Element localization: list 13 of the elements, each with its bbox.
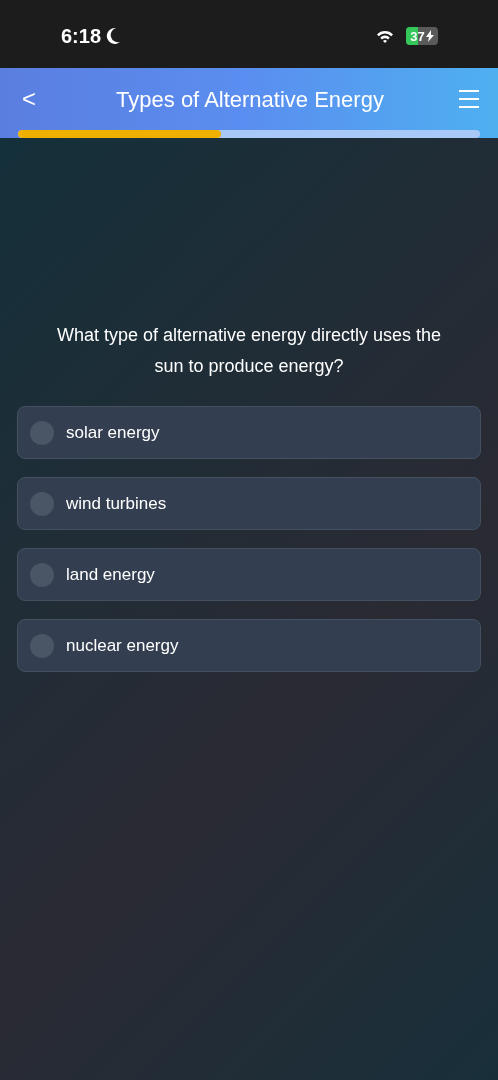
answer-option[interactable]: land energy xyxy=(17,548,481,601)
question-text: What type of alternative energy directly uses the sun to produce energy? xyxy=(55,324,443,378)
answer-option[interactable]: nuclear energy xyxy=(17,619,481,672)
answer-option[interactable]: solar energy xyxy=(17,406,481,459)
battery-percentage: 37 xyxy=(410,29,425,43)
charging-icon xyxy=(425,30,434,42)
screen-title: Types of Alternative Energy xyxy=(116,85,384,114)
wifi-icon xyxy=(376,29,394,43)
moon-icon xyxy=(105,27,122,45)
back-button[interactable]: < xyxy=(18,81,42,117)
menu-icon[interactable] xyxy=(458,90,480,108)
answer-option[interactable]: wind turbines xyxy=(17,477,481,530)
status-time: 6:18 xyxy=(61,24,102,49)
